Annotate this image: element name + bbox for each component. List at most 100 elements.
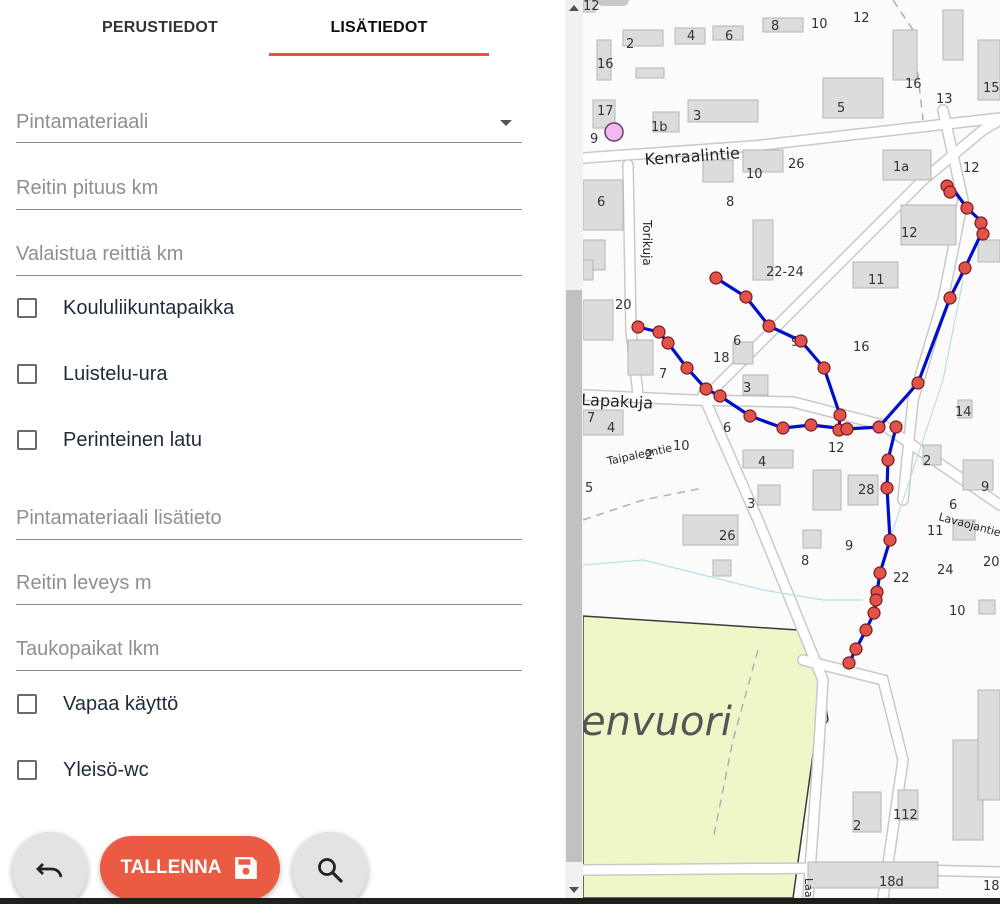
surface-material-select[interactable]: Pintamateriaali <box>16 102 522 143</box>
save-button[interactable]: TALLENNA <box>100 836 280 898</box>
route-vertex[interactable] <box>840 422 854 436</box>
route-vertex[interactable] <box>881 453 895 467</box>
address-number-label: 28 <box>858 483 875 498</box>
route-vertex[interactable] <box>880 481 894 495</box>
route-width-field[interactable] <box>16 564 522 605</box>
checkbox-row-skating[interactable]: Luistelu-ura <box>17 359 168 389</box>
address-number-label: 2 <box>853 819 861 834</box>
map-canvas[interactable]: Kenraalintie Torikuja Lapakuja Taipaleen… <box>583 0 1000 898</box>
route-vertex[interactable] <box>943 291 957 305</box>
route-vertex[interactable] <box>743 409 757 423</box>
panel-scrollbar[interactable] <box>565 0 583 898</box>
route-vertex[interactable] <box>849 642 863 656</box>
route-vertex[interactable] <box>889 420 903 434</box>
skating-track-checkbox[interactable] <box>17 364 37 384</box>
route-vertex[interactable] <box>661 336 675 350</box>
lit-length-field[interactable] <box>16 235 522 276</box>
route-length-input[interactable] <box>16 169 522 207</box>
tab-lisatiedot[interactable]: LISÄTIEDOT <box>269 0 489 56</box>
route-vertex[interactable] <box>869 593 883 607</box>
route-vertex[interactable] <box>762 319 776 333</box>
map-view[interactable]: Kenraalintie Torikuja Lapakuja Taipaleen… <box>583 0 1000 898</box>
free-use-checkbox[interactable] <box>17 694 37 714</box>
route-vertex[interactable] <box>699 382 713 396</box>
checkbox-row-classic[interactable]: Perinteinen latu <box>17 425 202 455</box>
save-button-label: TALLENNA <box>120 857 222 878</box>
route-vertex[interactable] <box>739 290 753 304</box>
route-vertex[interactable] <box>794 334 808 348</box>
route-width-input[interactable] <box>16 564 522 602</box>
public-wc-checkbox[interactable] <box>17 760 37 780</box>
address-number-label: 16 <box>905 77 922 92</box>
route-vertex[interactable] <box>833 408 847 422</box>
street-label-lapakuja: Lapakuja <box>583 390 654 413</box>
route-vertex[interactable] <box>873 566 887 580</box>
route-vertex[interactable] <box>680 361 694 375</box>
scroll-thumb[interactable] <box>566 290 582 862</box>
lit-length-input[interactable] <box>16 235 522 273</box>
address-number-label: 9 <box>845 539 853 554</box>
tab-bar: PERUSTIEDOT LISÄTIEDOT <box>0 0 560 56</box>
route-points[interactable] <box>631 179 990 670</box>
route-vertex[interactable] <box>842 656 856 670</box>
surface-info-field[interactable] <box>16 499 522 540</box>
address-number-label: 26 <box>719 529 736 544</box>
route-vertex[interactable] <box>804 418 818 432</box>
active-tab-indicator <box>269 53 489 56</box>
route-vertex[interactable] <box>883 533 897 547</box>
checkbox-row-free[interactable]: Vapaa käyttö <box>17 689 178 719</box>
route-vertex[interactable] <box>911 376 925 390</box>
street-label-laak: Laak <box>802 878 815 898</box>
classic-track-checkbox[interactable] <box>17 430 37 450</box>
classic-track-label: Perinteinen latu <box>63 428 202 451</box>
floppy-disk-icon <box>235 857 258 879</box>
address-number-label: 6 <box>723 421 731 436</box>
address-number-label: 2 <box>626 37 634 52</box>
route-vertex[interactable] <box>974 216 988 230</box>
route-vertex[interactable] <box>943 185 957 199</box>
address-number-label: 16 <box>597 57 614 72</box>
route-vertex[interactable] <box>960 201 974 215</box>
surface-info-input[interactable] <box>16 499 522 537</box>
address-number-label: 11 <box>868 273 885 288</box>
route-length-field[interactable] <box>16 169 522 210</box>
address-number-label: 2 <box>923 454 931 469</box>
route-vertex[interactable] <box>958 261 972 275</box>
form-panel: PERUSTIEDOT LISÄTIEDOT Pintamateriaali K… <box>0 0 565 898</box>
scroll-down-arrow-icon[interactable] <box>569 887 579 893</box>
route-vertex[interactable] <box>859 623 873 637</box>
rest-stops-field[interactable] <box>16 630 522 671</box>
route-vertex[interactable] <box>776 421 790 435</box>
scroll-up-arrow-icon[interactable] <box>569 5 579 11</box>
checkbox-row-school[interactable]: Koululiikuntapaikka <box>17 293 234 323</box>
route-vertex[interactable] <box>631 320 645 334</box>
route-vertex[interactable] <box>976 227 990 241</box>
tab-perustiedot[interactable]: PERUSTIEDOT <box>50 0 270 56</box>
search-button[interactable] <box>292 832 368 898</box>
school-sports-label: Koululiikuntapaikka <box>63 296 235 319</box>
address-number-label: 15 <box>983 81 1000 96</box>
school-sports-checkbox[interactable] <box>17 298 37 318</box>
address-number-label: 17 <box>597 104 614 119</box>
route-vertex[interactable] <box>652 325 666 339</box>
route-vertex[interactable] <box>713 389 727 403</box>
undo-button[interactable] <box>12 832 88 898</box>
checkbox-row-wc[interactable]: Yleisö-wc <box>17 755 149 785</box>
address-number-label: 24 <box>937 563 954 578</box>
address-number-label: 6 <box>597 195 605 210</box>
location-marker[interactable] <box>604 122 624 142</box>
address-number-label: 3 <box>747 497 755 512</box>
address-number-label: 2 <box>645 448 653 463</box>
address-number-label: 3 <box>743 381 751 396</box>
undo-icon <box>36 863 63 878</box>
route-vertex[interactable] <box>709 271 723 285</box>
address-number-label: 12 <box>901 226 918 241</box>
address-number-label: 10 <box>811 17 828 32</box>
address-number-label: 7 <box>659 367 667 382</box>
route-vertex[interactable] <box>817 361 831 375</box>
rest-stops-input[interactable] <box>16 630 522 668</box>
route-vertex[interactable] <box>867 606 881 620</box>
address-number-label: 20 <box>615 298 632 313</box>
dropdown-caret-icon[interactable] <box>500 120 512 126</box>
route-vertex[interactable] <box>872 420 886 434</box>
